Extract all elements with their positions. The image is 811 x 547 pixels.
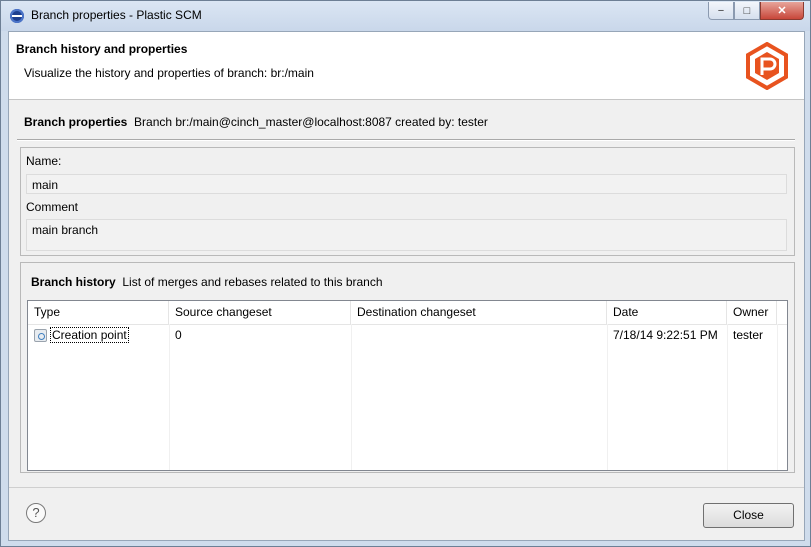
header-subtitle: Visualize the history and properties of … (24, 66, 314, 80)
creation-point-icon (34, 329, 47, 342)
name-label: Name: (26, 154, 62, 168)
row-type: Creation point (50, 327, 129, 343)
comment-label: Comment (26, 200, 79, 214)
minimize-button[interactable]: − (708, 2, 734, 20)
column-header-type[interactable]: Type (28, 301, 169, 324)
dialog-header: Branch history and properties Visualize … (9, 32, 804, 100)
branch-properties-value: Branch br:/main@cinch_master@localhost:8… (134, 115, 488, 129)
column-header-owner[interactable]: Owner (727, 301, 777, 324)
comment-field[interactable]: main branch (26, 219, 787, 251)
window-title: Branch properties - Plastic SCM (31, 8, 202, 22)
table-header: Type Source changeset Destination change… (28, 301, 787, 325)
eclipse-app-icon (10, 9, 24, 23)
column-header-date[interactable]: Date (607, 301, 727, 324)
column-divider (169, 324, 170, 470)
close-window-button[interactable]: ✕ (760, 2, 804, 20)
column-divider (607, 324, 608, 470)
help-icon[interactable]: ? (26, 503, 46, 523)
branch-history-description: List of merges and rebases related to th… (122, 275, 383, 289)
close-button[interactable]: Close (703, 503, 794, 528)
row-owner: tester (733, 328, 764, 342)
name-field[interactable]: main (26, 174, 787, 194)
branch-history-label: Branch history (31, 275, 116, 289)
row-date: 7/18/14 9:22:51 PM (613, 328, 718, 342)
separator (17, 139, 795, 141)
title-bar[interactable]: Branch properties - Plastic SCM − □ ✕ (1, 1, 810, 31)
dialog-client: Branch history and properties Visualize … (8, 31, 805, 541)
maximize-button[interactable]: □ (734, 2, 760, 20)
plastic-scm-logo-icon (746, 42, 788, 90)
header-title: Branch history and properties (16, 42, 188, 56)
row-source: 0 (175, 328, 182, 342)
column-header-source[interactable]: Source changeset (169, 301, 351, 324)
window-controls: − □ ✕ (708, 2, 804, 20)
column-divider (777, 324, 778, 470)
column-divider (351, 324, 352, 470)
dialog-window: Branch properties - Plastic SCM − □ ✕ Br… (0, 0, 811, 547)
footer-separator (9, 487, 804, 488)
branch-history-table[interactable]: Type Source changeset Destination change… (27, 300, 788, 471)
branch-history-line: Branch history List of merges and rebase… (31, 275, 383, 289)
column-divider (727, 324, 728, 470)
branch-properties-line: Branch properties Branch br:/main@cinch_… (24, 115, 488, 129)
column-header-destination[interactable]: Destination changeset (351, 301, 607, 324)
branch-properties-label: Branch properties (24, 115, 128, 129)
